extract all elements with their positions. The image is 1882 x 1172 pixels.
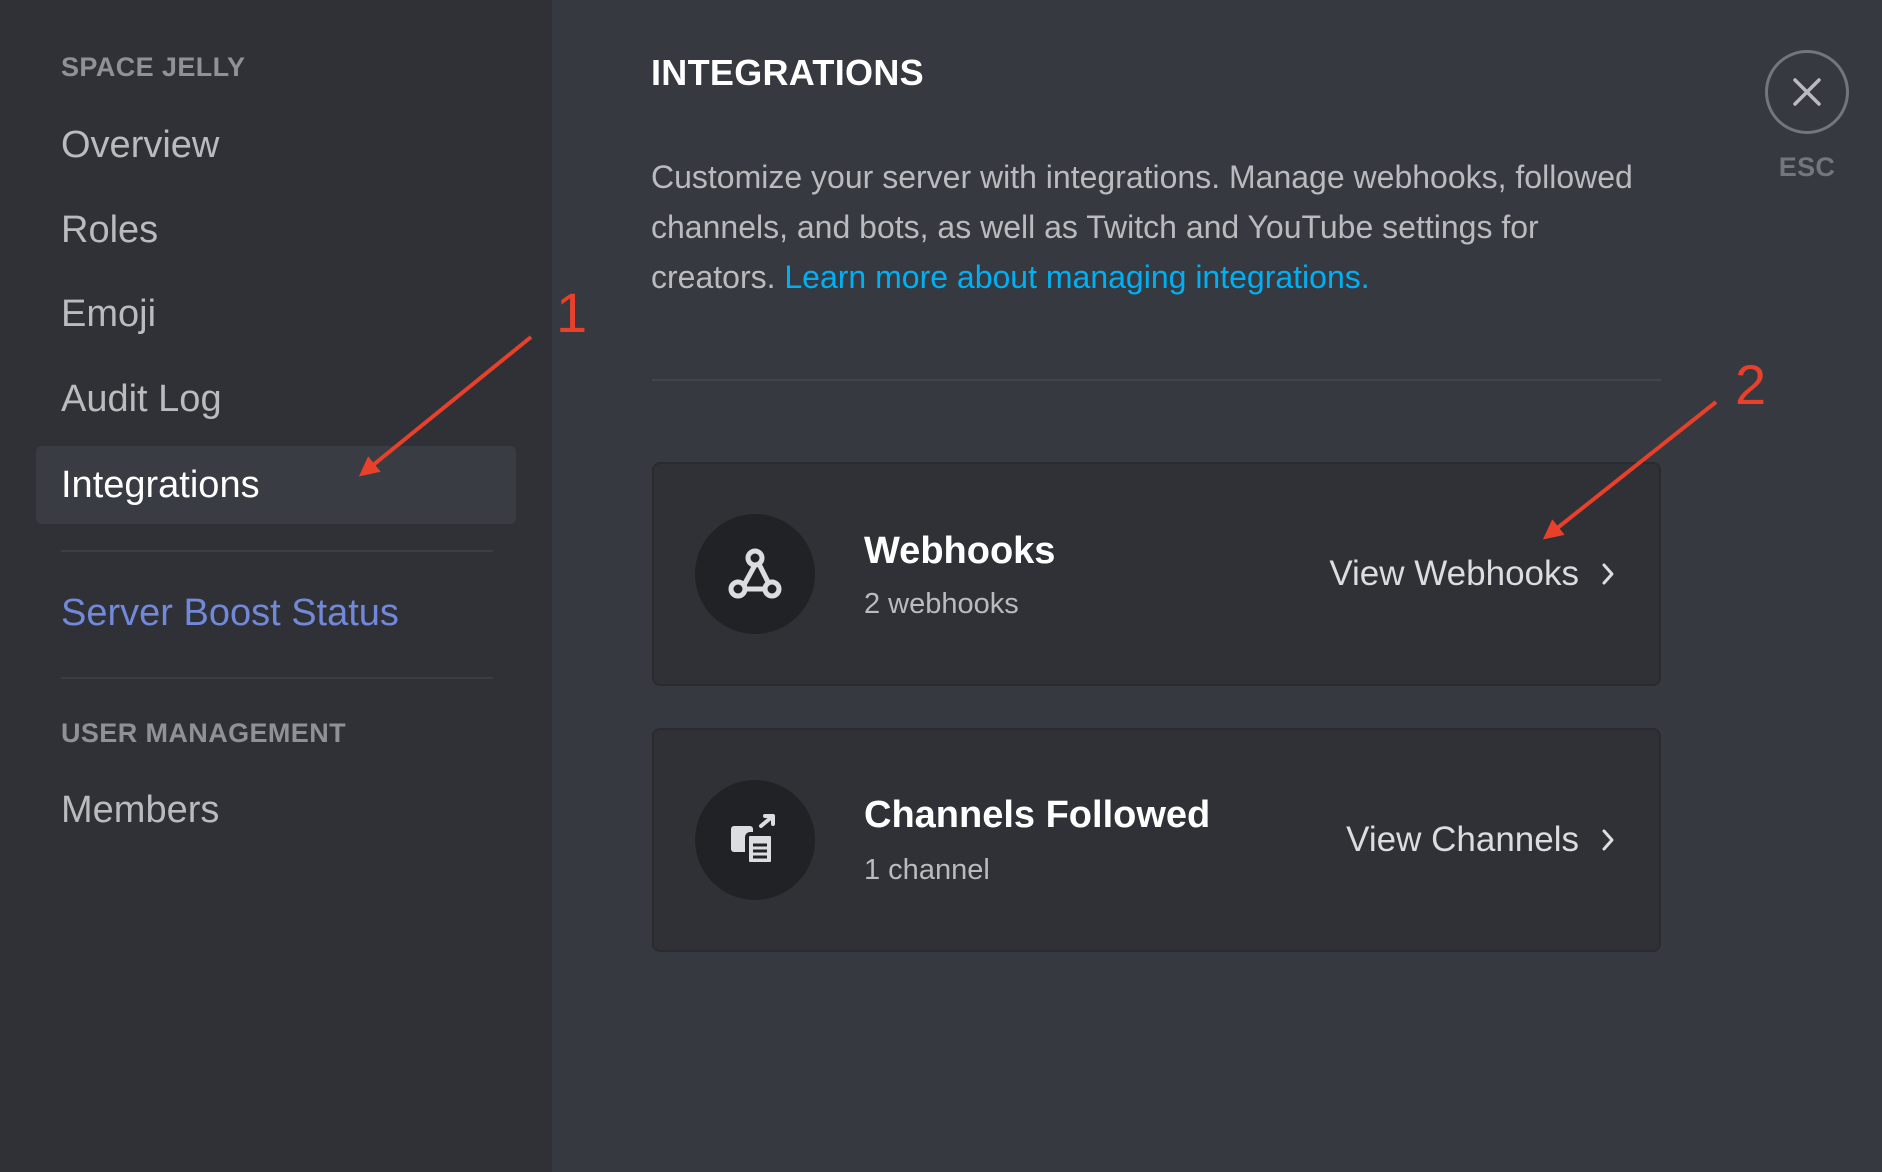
sidebar-item-label: Emoji <box>61 292 157 335</box>
close-icon <box>1793 78 1821 106</box>
sidebar-divider <box>61 550 493 552</box>
channels-followed-icon <box>731 814 775 866</box>
action-label: View Webhooks <box>1329 554 1579 593</box>
close-settings: ESC <box>1762 50 1852 183</box>
sidebar-item-roles[interactable]: Roles <box>36 191 516 269</box>
sidebar-item-label: Server Boost Status <box>61 591 399 634</box>
sidebar-item-label: Members <box>61 788 220 831</box>
annotation-number-2: 2 <box>1735 353 1767 416</box>
channels-followed-icon-container <box>695 780 815 900</box>
page-title: INTEGRATIONS <box>651 52 924 93</box>
card-title: Webhooks <box>864 530 1056 572</box>
user-management-header: USER MANAGEMENT <box>61 718 347 748</box>
webhooks-card: Webhooks 2 webhooks View Webhooks <box>652 462 1661 686</box>
card-title: Channels Followed <box>864 794 1211 836</box>
channels-followed-card: Channels Followed 1 channel View Channel… <box>652 728 1661 952</box>
esc-label: ESC <box>1778 152 1836 182</box>
sidebar-item-audit-log[interactable]: Audit Log <box>36 360 516 438</box>
learn-more-link[interactable]: Learn more about managing integrations. <box>784 259 1369 295</box>
sidebar-item-label: Roles <box>61 208 159 251</box>
sidebar-item-members[interactable]: Members <box>36 771 516 849</box>
view-channels-button[interactable]: View Channels <box>1346 820 1615 860</box>
sidebar-divider <box>61 677 493 679</box>
sidebar-item-label: Overview <box>61 123 220 166</box>
card-subtitle: 1 channel <box>864 854 990 886</box>
sidebar-item-integrations[interactable]: Integrations <box>36 446 516 524</box>
chevron-right-icon <box>1602 563 1614 585</box>
view-webhooks-button[interactable]: View Webhooks <box>1329 554 1615 594</box>
card-subtitle: 2 webhooks <box>864 588 1019 620</box>
integrations-content: INTEGRATIONS Customize your server with … <box>552 0 1882 1172</box>
action-label: View Channels <box>1346 820 1579 859</box>
page-description: Customize your server with integrations.… <box>651 152 1671 302</box>
sidebar-item-label: Integrations <box>61 463 260 506</box>
webhook-icon-container <box>695 514 815 634</box>
sidebar-item-label: Audit Log <box>61 377 222 420</box>
annotation-number-1: 1 <box>556 281 588 344</box>
sidebar-item-emoji[interactable]: Emoji <box>36 275 516 353</box>
settings-sidebar: SPACE JELLY Overview Roles Emoji Audit L… <box>0 0 552 1172</box>
content-divider <box>652 379 1661 381</box>
webhook-icon <box>728 548 782 599</box>
sidebar-item-server-boost-status[interactable]: Server Boost Status <box>36 574 516 652</box>
sidebar-item-overview[interactable]: Overview <box>36 106 516 184</box>
chevron-right-icon <box>1602 829 1614 851</box>
server-name-header: SPACE JELLY <box>61 52 246 82</box>
close-button[interactable] <box>1765 50 1849 134</box>
